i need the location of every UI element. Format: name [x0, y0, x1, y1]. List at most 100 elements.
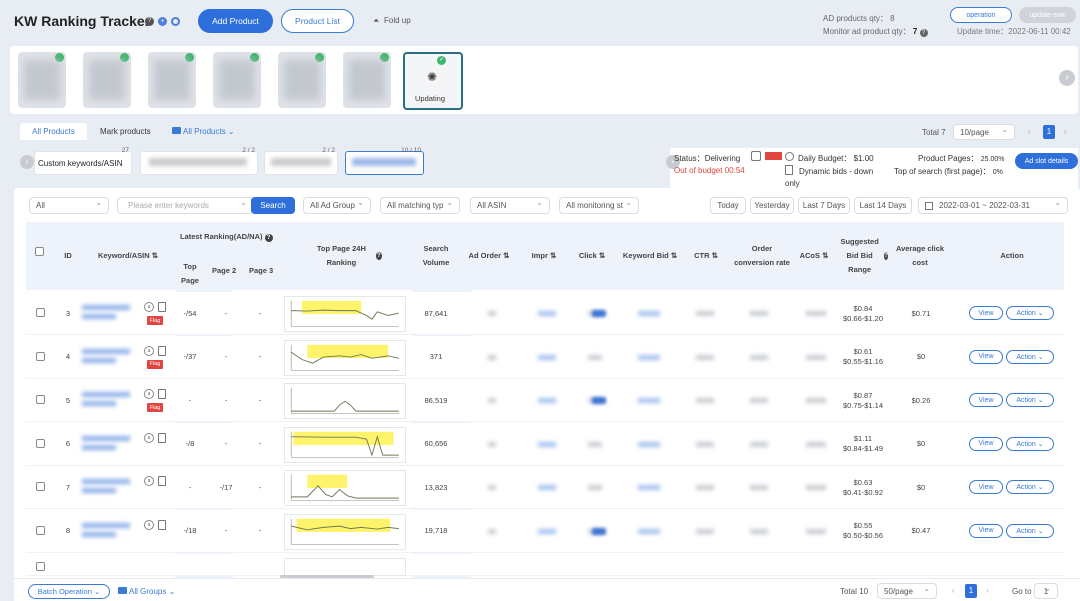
row-checkbox[interactable]	[36, 438, 45, 448]
col-order-conversion[interactable]: Order conversion rate	[732, 222, 792, 290]
keyword-link[interactable]	[82, 444, 116, 450]
keyword-link[interactable]	[82, 314, 116, 319]
col-search-volume[interactable]: Search Volume	[414, 222, 458, 290]
tab-all-products[interactable]: All Products	[20, 123, 87, 140]
keyword-search-input[interactable]: Please enter keywords	[117, 197, 254, 214]
keyword-link[interactable]	[82, 435, 130, 441]
col-ad-order[interactable]: Ad Order ⇅	[464, 222, 514, 290]
asin-select[interactable]: All ASIN	[470, 197, 550, 214]
keyword-link[interactable]	[82, 305, 130, 310]
prev-page-icon[interactable]: ‹	[952, 586, 955, 595]
product-thumbnail[interactable]	[83, 52, 131, 108]
row-checkbox[interactable]	[36, 351, 45, 361]
chevron-right-icon[interactable]: ›	[1059, 70, 1075, 86]
document-icon[interactable]	[158, 345, 166, 356]
date-range-picker[interactable]: 2022-03-01 ~ 2022-03-31	[918, 197, 1068, 214]
product-thumbnail[interactable]	[18, 52, 66, 108]
keyword-link[interactable]	[82, 522, 130, 528]
ad-slot-button[interactable]: Ad slot details	[1015, 153, 1078, 169]
goto-input[interactable]: 1	[1034, 583, 1058, 599]
refresh-icon[interactable]	[751, 151, 761, 161]
all-select[interactable]: All	[29, 197, 109, 214]
product-thumbnail[interactable]	[213, 52, 261, 108]
current-page[interactable]: 1	[1043, 125, 1055, 139]
batch-operation-button[interactable]: Batch Operation ⌄	[28, 584, 110, 599]
fold-up-link[interactable]: Fold up	[384, 16, 411, 25]
monitoring-select[interactable]: All monitoring st	[559, 197, 639, 214]
ranking-sparkline[interactable]	[284, 470, 406, 506]
action-dropdown[interactable]: Action ⌄	[1006, 349, 1054, 364]
ranking-sparkline[interactable]	[284, 296, 406, 332]
product-thumbnail[interactable]	[278, 52, 326, 108]
matching-type-select[interactable]: All matching typ	[380, 197, 460, 214]
search-button[interactable]: Search	[251, 197, 295, 214]
product-list-button[interactable]: Product List	[281, 9, 354, 33]
view-button[interactable]: View	[969, 523, 1003, 538]
col-keyword-bid[interactable]: Keyword Bid ⇅	[618, 222, 682, 290]
amazon-icon[interactable]: a	[144, 345, 154, 356]
update-now-button[interactable]: update now	[1019, 7, 1076, 23]
kw-card[interactable]: 2 / 2	[140, 147, 258, 175]
document-icon[interactable]	[158, 476, 166, 486]
action-dropdown[interactable]: Action ⌄	[1006, 393, 1054, 407]
col-keyword[interactable]: Keyword/ASIN ⇅	[88, 222, 168, 290]
all-groups-dropdown[interactable]: All Groups ⌄	[129, 587, 175, 596]
next-page-icon[interactable]: ›	[1064, 127, 1067, 136]
product-thumbnail[interactable]	[343, 52, 391, 108]
keyword-link[interactable]	[82, 357, 116, 363]
amazon-icon[interactable]: a	[144, 302, 154, 312]
ad-group-select[interactable]: All Ad Group	[303, 197, 371, 214]
row-checkbox[interactable]	[36, 562, 45, 571]
document-icon[interactable]	[158, 519, 166, 530]
kw-card[interactable]: 2 / 2	[264, 147, 338, 175]
action-dropdown[interactable]: Action ⌄	[1006, 523, 1054, 538]
row-checkbox[interactable]	[36, 308, 45, 317]
operation-dropdown[interactable]: operation	[950, 7, 1012, 23]
action-dropdown[interactable]: Action ⌄	[1006, 306, 1054, 320]
product-thumbnail[interactable]	[148, 52, 196, 108]
ranking-sparkline[interactable]	[284, 339, 406, 376]
today-button[interactable]: Today	[710, 197, 746, 214]
col-impr[interactable]: Impr ⇅	[524, 222, 564, 290]
col-avg-click-cost[interactable]: Average click cost	[890, 222, 950, 290]
horizontal-scrollbar[interactable]	[280, 575, 374, 578]
view-button[interactable]: View	[969, 436, 1003, 451]
col-click[interactable]: Click ⇅	[572, 222, 612, 290]
document-icon[interactable]	[158, 389, 166, 399]
ranking-sparkline[interactable]	[284, 513, 406, 550]
add-product-button[interactable]: Add Product	[198, 9, 273, 33]
help-icon[interactable]: ?	[145, 17, 154, 26]
kw-card-selected[interactable]: 10 / 10	[345, 147, 424, 175]
prev-page-icon[interactable]: ‹	[1028, 127, 1031, 136]
ranking-sparkline[interactable]	[284, 383, 406, 419]
last-7-days-button[interactable]: Last 7 Days	[798, 197, 850, 214]
add-circle-icon[interactable]: +	[158, 17, 167, 26]
view-button[interactable]: View	[969, 393, 1003, 407]
amazon-icon[interactable]: a	[144, 476, 154, 486]
col-acos[interactable]: ACoS ⇅	[794, 222, 834, 290]
footer-current-page[interactable]: 1	[965, 584, 977, 598]
page-size-select[interactable]: 10/page	[953, 124, 1015, 140]
col-id[interactable]: ID	[58, 222, 78, 290]
help-icon[interactable]: ?	[375, 252, 382, 260]
view-button[interactable]: View	[969, 480, 1003, 494]
keyword-link[interactable]	[82, 488, 116, 493]
select-all-checkbox[interactable]	[35, 247, 44, 256]
ranking-sparkline[interactable]	[284, 426, 406, 463]
chevron-left-icon[interactable]: ‹	[20, 155, 34, 169]
help-icon[interactable]: ?	[884, 252, 888, 260]
footer-page-size-select[interactable]: 50/page	[877, 583, 937, 599]
all-products-dropdown[interactable]: All Products ⌄	[183, 127, 235, 136]
view-button[interactable]: View	[969, 306, 1003, 320]
yesterday-button[interactable]: Yesterday	[750, 197, 794, 214]
row-checkbox[interactable]	[36, 482, 45, 491]
amazon-icon[interactable]: a	[144, 389, 154, 399]
keyword-link[interactable]	[82, 348, 130, 354]
product-thumbnail-selected[interactable]: ✓ ✺ Updating	[403, 52, 463, 110]
row-checkbox[interactable]	[36, 395, 45, 404]
keyword-link[interactable]	[82, 531, 116, 537]
tab-mark-products[interactable]: Mark products	[100, 127, 151, 136]
keyword-link[interactable]	[82, 401, 116, 406]
col-ctr[interactable]: CTR ⇅	[686, 222, 726, 290]
document-icon[interactable]	[158, 432, 166, 443]
